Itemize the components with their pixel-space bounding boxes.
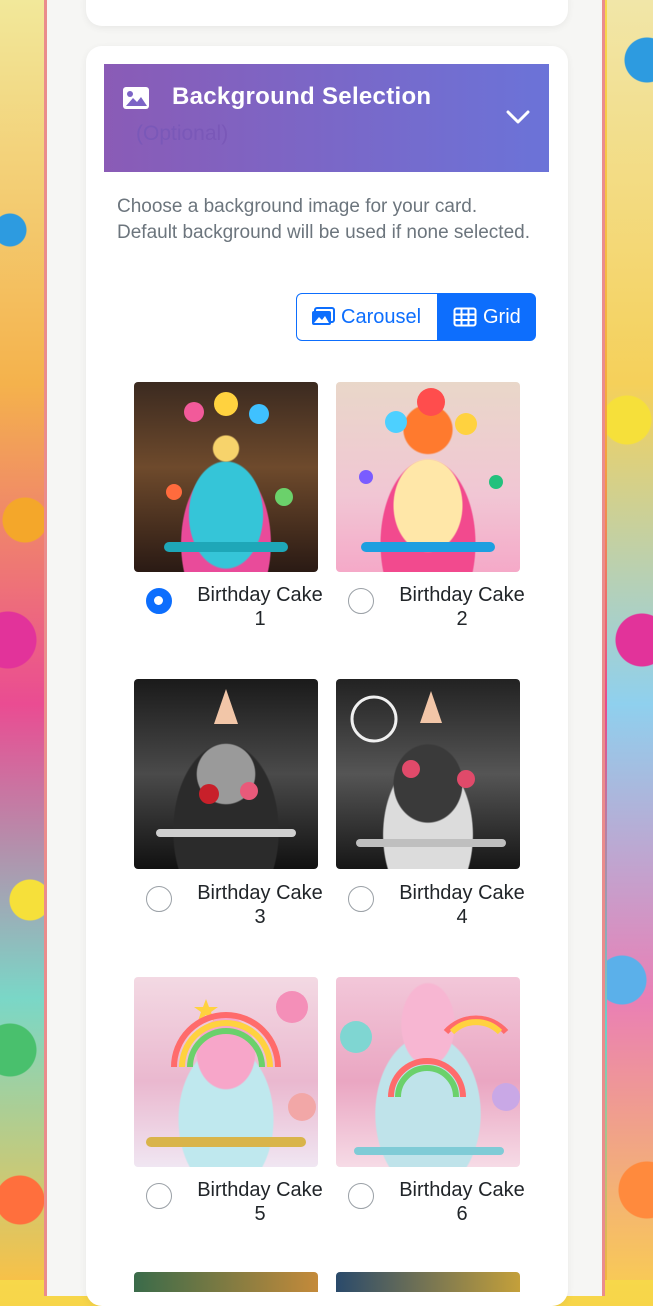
radio-button[interactable] [146, 886, 172, 912]
cake-illustration [156, 689, 296, 837]
section-description: Choose a background image for your card.… [117, 196, 530, 243]
cake-illustration [350, 691, 506, 847]
option-label: Birthday Cake 1 [197, 584, 323, 630]
radio-button[interactable] [146, 1183, 172, 1209]
section-header[interactable]: Background Selection (Optional) [104, 64, 549, 172]
decorative-background-left [0, 0, 46, 1280]
carousel-view-button[interactable]: Carousel [296, 293, 438, 341]
option-label: Birthday Cake 3 [197, 882, 323, 928]
grid-view-button[interactable]: Grid [438, 293, 536, 341]
cake-illustration [146, 991, 316, 1147]
background-thumbnail[interactable] [134, 977, 318, 1167]
option-label: Birthday Cake 5 [197, 1179, 323, 1225]
background-thumbnail[interactable] [336, 977, 520, 1167]
background-option-6[interactable]: Birthday Cake 6 [348, 1178, 548, 1238]
background-thumbnail[interactable] [336, 382, 520, 572]
option-label: Birthday Cake 6 [399, 1179, 525, 1225]
section-title: Background Selection [172, 83, 432, 110]
radio-button[interactable] [348, 886, 374, 912]
radio-button[interactable] [348, 588, 374, 614]
radio-button[interactable] [348, 1183, 374, 1209]
previous-section-card [86, 0, 568, 26]
background-thumbnail-partial[interactable] [134, 1272, 318, 1292]
chevron-down-icon[interactable] [504, 107, 532, 127]
background-thumbnail-partial[interactable] [336, 1272, 520, 1292]
background-thumbnail[interactable] [134, 679, 318, 869]
background-option-2[interactable]: Birthday Cake 2 [348, 583, 548, 643]
view-toggle: Carousel Grid [296, 293, 536, 341]
background-thumbnail[interactable] [336, 679, 520, 869]
option-label: Birthday Cake 2 [399, 584, 525, 630]
background-option-3[interactable]: Birthday Cake 3 [146, 881, 346, 941]
cake-illustration [340, 1015, 520, 1155]
cake-illustration [164, 392, 293, 552]
background-option-4[interactable]: Birthday Cake 4 [348, 881, 548, 941]
decorative-background-right [607, 0, 653, 1280]
option-label: Birthday Cake 4 [399, 882, 525, 928]
background-selection-card: Background Selection (Optional) Choose a… [86, 46, 568, 1306]
image-icon [123, 87, 149, 109]
grid-icon [453, 307, 477, 327]
images-icon [312, 307, 335, 325]
cake-illustration [359, 388, 503, 552]
grid-label: Grid [483, 305, 521, 328]
carousel-label: Carousel [341, 305, 422, 328]
optional-label: (Optional) [136, 122, 229, 145]
radio-button[interactable] [146, 588, 172, 614]
background-option-1[interactable]: Birthday Cake 1 [146, 583, 346, 643]
background-option-5[interactable]: Birthday Cake 5 [146, 1178, 346, 1238]
background-thumbnail[interactable] [134, 382, 318, 572]
